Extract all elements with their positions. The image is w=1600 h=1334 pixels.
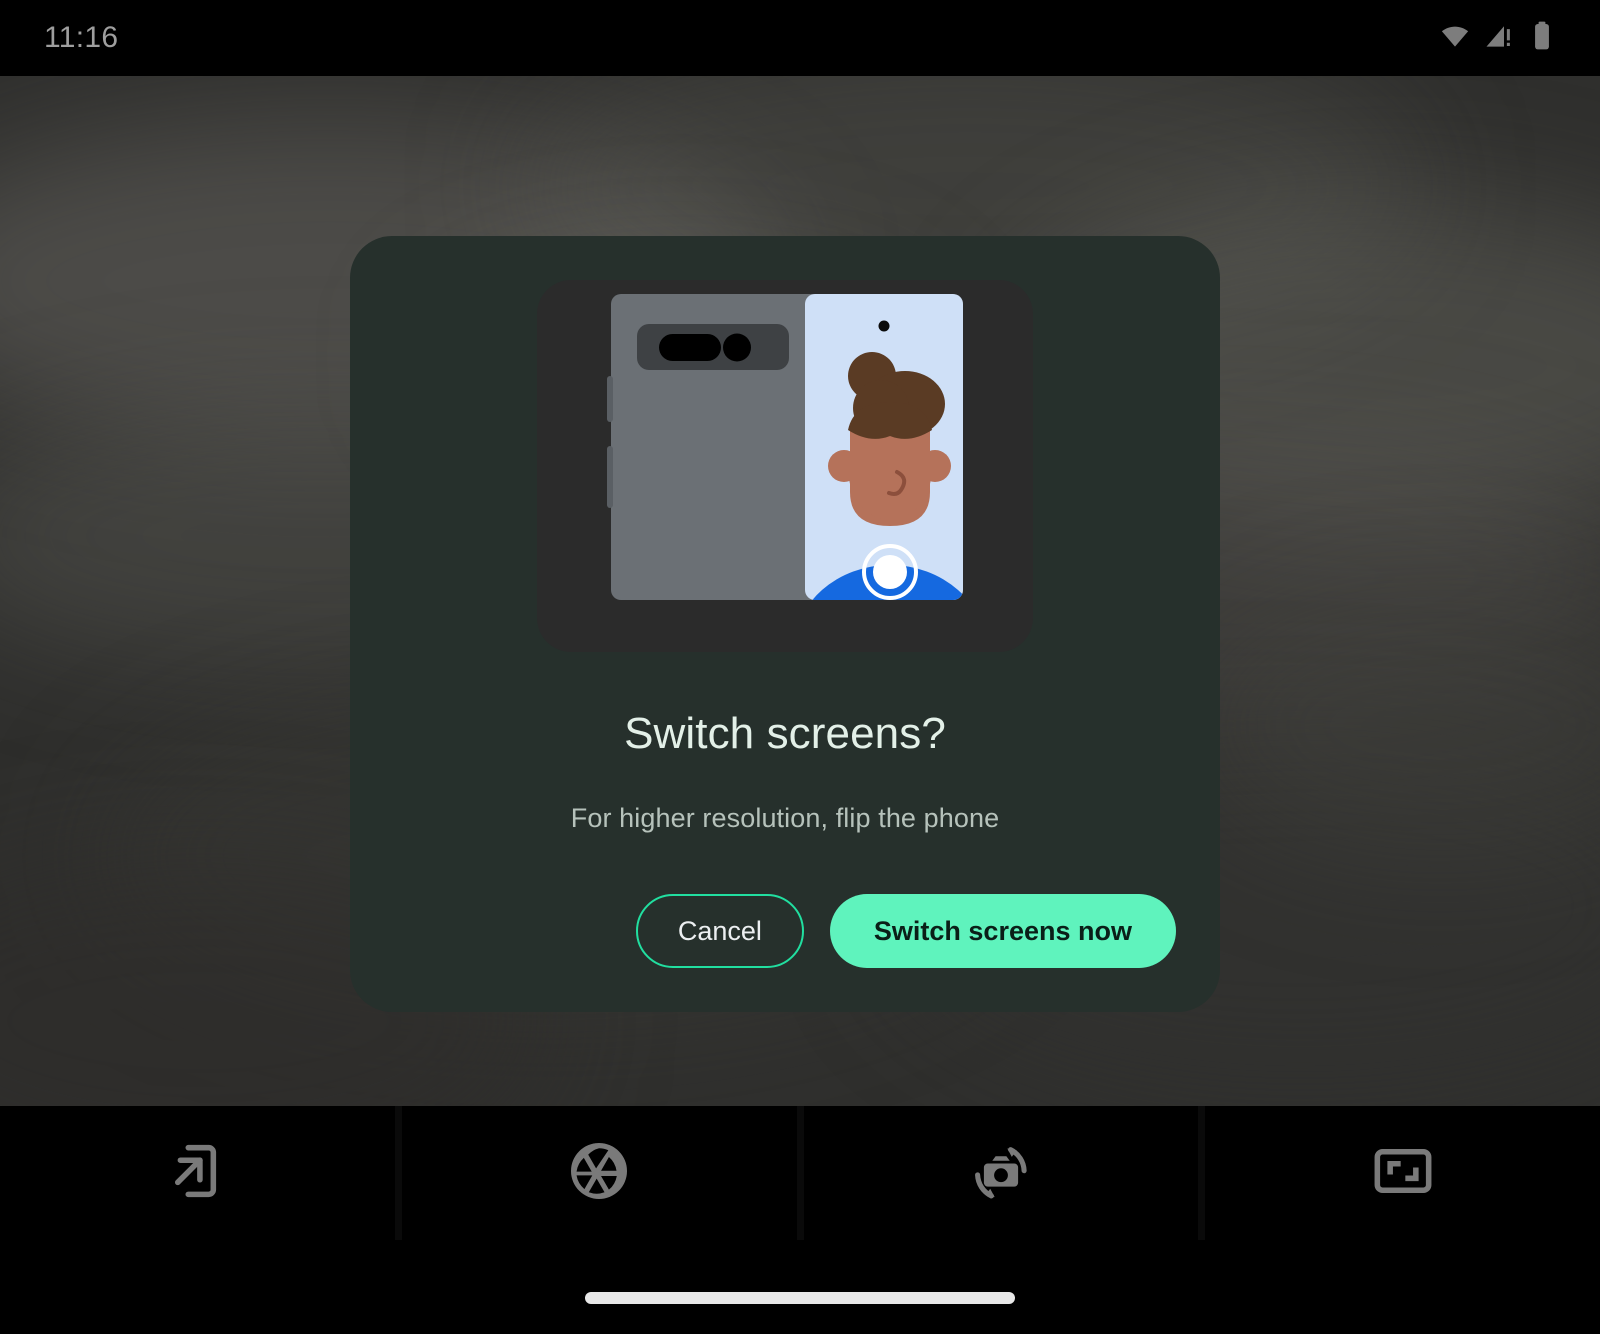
dialog-subtitle: For higher resolution, flip the phone: [570, 803, 1000, 833]
dialog-title: Switch screens?: [624, 709, 946, 758]
battery-icon: [1528, 21, 1556, 56]
screen-root: 11:16 Switch screens? For higher resolut…: [0, 0, 1600, 1334]
status-bar-clock: 11:16: [44, 21, 119, 54]
foldable-phone-flip-illustration: [537, 280, 1033, 657]
navigation-bar: [0, 1240, 1600, 1334]
status-bar-icons: [1440, 21, 1556, 56]
switch-to-cover-screen-icon: [162, 1136, 232, 1211]
aspect-ratio-icon: [1368, 1136, 1438, 1211]
camera-toolbar: [0, 1106, 1600, 1240]
home-indicator[interactable]: [585, 1292, 1015, 1304]
cancel-button[interactable]: Cancel: [635, 894, 804, 968]
switch-screens-dialog: Switch screens? For higher resolution, f…: [350, 236, 1220, 1012]
flip-camera-button[interactable]: [803, 1106, 1199, 1240]
switch-screens-now-button[interactable]: Switch screens now: [829, 894, 1176, 968]
dialog-actions: Cancel Switch screens now: [635, 894, 1176, 968]
aperture-button[interactable]: [401, 1106, 797, 1240]
wifi-icon: [1440, 21, 1470, 56]
cellular-signal-warning-icon: [1484, 21, 1514, 56]
camera-aperture-icon: [564, 1136, 634, 1211]
aspect-ratio-button[interactable]: [1205, 1106, 1600, 1240]
switch-screen-button[interactable]: [0, 1106, 395, 1240]
flip-camera-icon: [965, 1135, 1037, 1212]
status-bar: 11:16: [0, 0, 1600, 76]
